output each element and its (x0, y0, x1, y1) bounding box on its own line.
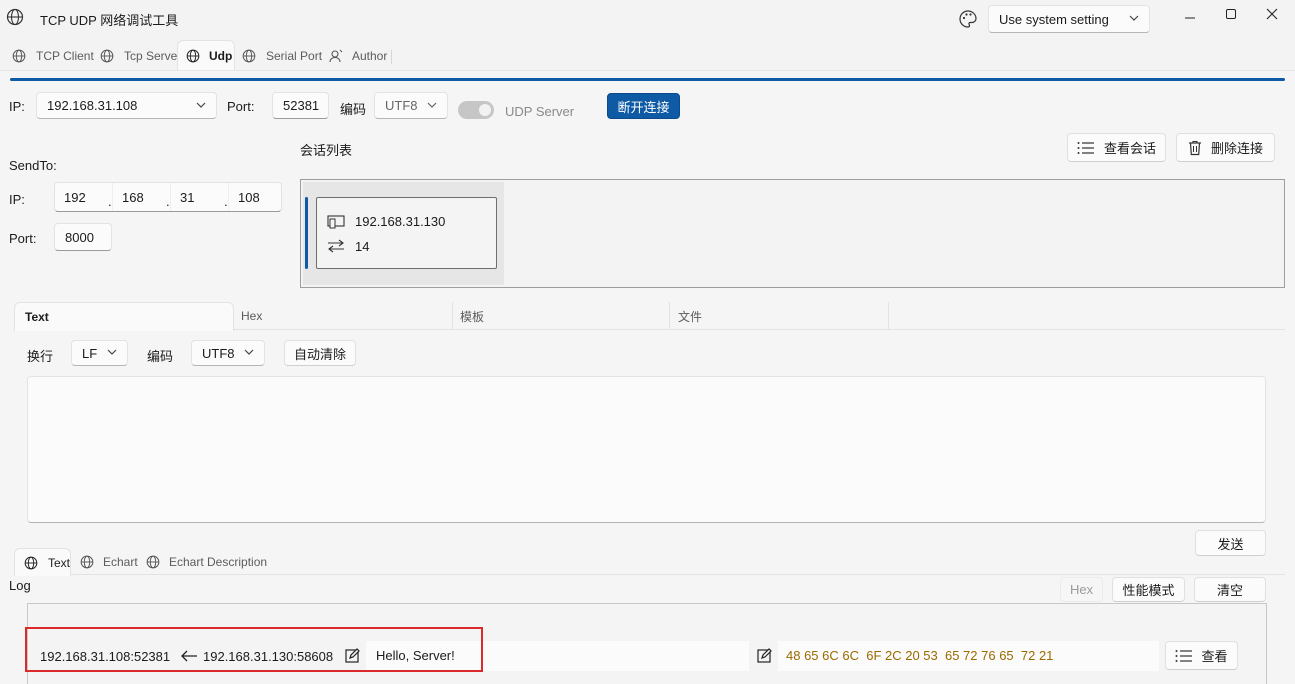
octet-4[interactable]: 108 (238, 190, 260, 205)
hex-toggle-button[interactable]: Hex (1060, 577, 1103, 602)
port-input[interactable]: 52381 (272, 92, 329, 119)
theme-combo[interactable]: Use system setting (988, 5, 1150, 33)
tab-tcp-server[interactable]: Tcp Server (100, 44, 181, 68)
tab-send-template[interactable]: 模板 (453, 302, 670, 330)
send-encoding-combo[interactable]: UTF8 (191, 340, 265, 366)
sendto-ip-field[interactable]: 192 . 168 . 31 . 108 (54, 182, 282, 212)
globe-icon (24, 556, 38, 570)
session-selected-indicator (305, 197, 308, 269)
globe-icon (146, 555, 160, 569)
log-title: Log (9, 578, 31, 593)
chevron-down-icon (107, 349, 117, 356)
view-session-button[interactable]: 查看会话 (1067, 133, 1166, 162)
send-tab-bar: Text Hex 模板 文件 (14, 302, 1285, 331)
session-address: 192.168.31.130 (355, 214, 446, 229)
chevron-down-icon (244, 349, 254, 356)
session-card[interactable]: 192.168.31.130 14 (316, 197, 497, 269)
encoding-combo[interactable]: UTF8 (374, 92, 448, 119)
perf-mode-button[interactable]: 性能模式 (1112, 577, 1185, 602)
udp-server-label: UDP Server (505, 104, 575, 119)
app-title: TCP UDP 网络调试工具 (40, 13, 179, 28)
delete-connection-button[interactable]: 删除连接 (1176, 133, 1275, 162)
log-hex-field[interactable]: 48 65 6C 6C 6F 2C 20 53 65 72 76 65 72 2… (778, 641, 1159, 671)
tab-tcp-client[interactable]: TCP Client (12, 44, 94, 68)
highlight-box (25, 627, 483, 672)
sessions-title: 会话列表 (300, 143, 353, 158)
octet-2[interactable]: 168 (122, 190, 144, 205)
disconnect-button[interactable]: 断开连接 (607, 93, 680, 119)
auto-clear-button[interactable]: 自动清除 (284, 340, 356, 366)
octet-1[interactable]: 192 (64, 190, 86, 205)
encoding-label: 编码 (340, 102, 367, 117)
tab-udp[interactable]: Udp (177, 40, 235, 70)
sendto-port-input[interactable]: 8000 (54, 223, 112, 251)
globe-icon (186, 49, 200, 63)
octet-divider (228, 183, 229, 211)
udp-server-toggle[interactable] (458, 101, 494, 119)
port-label: Port: (227, 99, 255, 114)
ip-combo[interactable]: 192.168.31.108 (36, 92, 217, 119)
log-tab-bar: Text Echart Echart Description (14, 548, 1285, 576)
octet-divider (112, 183, 113, 211)
chevron-down-icon (427, 102, 437, 109)
tab-send-text[interactable]: Text (14, 302, 234, 331)
globe-icon (6, 8, 24, 26)
person-icon (329, 49, 343, 63)
minimize-icon[interactable] (1184, 12, 1196, 24)
send-textarea[interactable] (27, 376, 1266, 523)
octet-3[interactable]: 31 (180, 190, 194, 205)
title-bar: TCP UDP 网络调试工具 Use system setting (0, 0, 1295, 36)
main-tab-bar: TCP Client Tcp Server Udp Serial Port Au… (0, 40, 1295, 70)
list-icon (1175, 649, 1193, 663)
session-count: 14 (355, 239, 370, 254)
tab-log-echart[interactable]: Echart (80, 548, 138, 575)
globe-icon (12, 49, 26, 63)
tab-serial-port[interactable]: Serial Port (242, 44, 322, 68)
list-icon (1077, 141, 1095, 155)
session-list: 192.168.31.130 14 (300, 179, 1285, 288)
trash-icon (1188, 140, 1202, 156)
tab-separator (391, 50, 392, 64)
globe-icon (242, 49, 256, 63)
close-icon[interactable] (1266, 8, 1278, 20)
sendto-port-label: Port: (9, 231, 37, 246)
accent-line (10, 78, 1285, 81)
globe-icon (80, 555, 94, 569)
tab-log-text[interactable]: Text (14, 548, 71, 576)
sendto-ip-label: IP: (9, 192, 25, 207)
transfer-arrows-icon (327, 239, 345, 253)
monitor-icon (327, 215, 345, 229)
view-log-entry-button[interactable]: 查看 (1165, 641, 1238, 670)
tab-send-file[interactable]: 文件 (670, 302, 889, 330)
globe-icon (100, 49, 114, 63)
chevron-down-icon (1129, 15, 1139, 22)
palette-icon[interactable] (958, 9, 978, 29)
maximize-icon[interactable] (1225, 8, 1237, 20)
edit-icon[interactable] (757, 648, 772, 663)
newline-label: 换行 (27, 349, 54, 364)
tab-author[interactable]: Author (329, 44, 387, 68)
sendto-title: SendTo: (9, 158, 57, 173)
send-encoding-label: 编码 (147, 349, 174, 364)
newline-combo[interactable]: LF (71, 340, 128, 366)
clear-log-button[interactable]: 清空 (1194, 577, 1266, 602)
chevron-down-icon (196, 102, 206, 109)
tab-log-echart-description[interactable]: Echart Description (146, 548, 267, 575)
tab-send-hex[interactable]: Hex (234, 302, 453, 330)
octet-divider (170, 183, 171, 211)
ip-label: IP: (9, 99, 25, 114)
